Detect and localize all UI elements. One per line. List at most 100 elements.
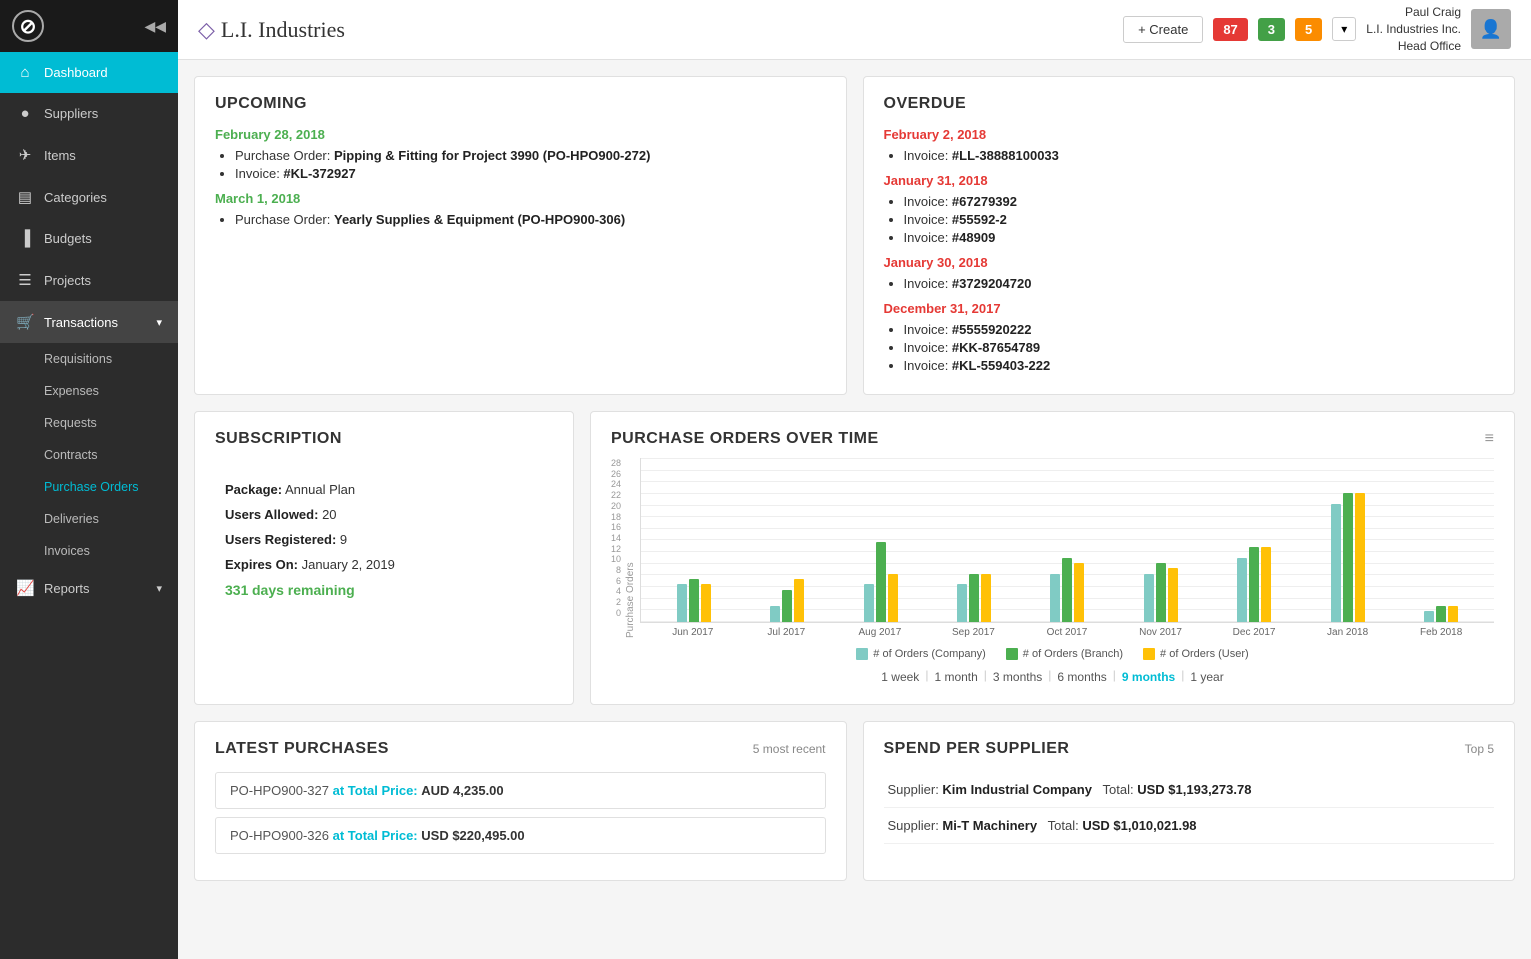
- topbar: ◇ L.I. Industries + Create 87 3 5 ▾ Paul…: [178, 0, 1531, 60]
- sidebar-item-transactions[interactable]: 🛒 Transactions ▾: [0, 301, 178, 343]
- purchase-row-1[interactable]: PO-HPO900-327 at Total Price: AUD 4,235.…: [215, 772, 826, 809]
- x-axis-labels: Jun 2017Jul 2017Aug 2017Sep 2017Oct 2017…: [640, 623, 1494, 638]
- chart-bar: [1168, 568, 1178, 622]
- sidebar-collapse-button[interactable]: ◀◀: [144, 18, 166, 35]
- time-btn-3months[interactable]: 3 months: [987, 668, 1048, 686]
- chart-bar: [794, 579, 804, 622]
- overdue-list-4: Invoice: #5555920222 Invoice: #KK-876547…: [884, 322, 1495, 373]
- sidebar-sub-item-requests[interactable]: Requests: [0, 407, 178, 439]
- create-button[interactable]: + Create: [1123, 16, 1203, 43]
- sidebar-item-categories[interactable]: ▤ Categories: [0, 176, 178, 218]
- chart-bars-container: Jun 2017Jul 2017Aug 2017Sep 2017Oct 2017…: [640, 458, 1494, 638]
- time-btn-9months[interactable]: 9 months: [1116, 668, 1181, 686]
- legend-dot-branch: [1006, 648, 1018, 660]
- time-btn-1month[interactable]: 1 month: [928, 668, 983, 686]
- y-axis-title: Purchase Orders: [625, 458, 636, 638]
- upcoming-list-2: Purchase Order: Yearly Supplies & Equipm…: [215, 212, 826, 227]
- suppliers-icon: ●: [16, 105, 34, 122]
- x-label: Jun 2017: [646, 627, 740, 638]
- overdue-date-2: January 31, 2018: [884, 173, 1495, 188]
- badge-87[interactable]: 87: [1213, 18, 1247, 41]
- chart-area: 2826242220181614121086420 Purchase Order…: [611, 458, 1494, 638]
- sidebar-logo-icon: ⊘: [12, 10, 44, 42]
- sidebar-item-budgets[interactable]: ▐ Budgets: [0, 218, 178, 259]
- spend-per-supplier-subtitle: Top 5: [1465, 742, 1494, 756]
- categories-icon: ▤: [16, 188, 34, 206]
- chevron-down-icon: ▾: [156, 316, 162, 329]
- topbar-actions: + Create 87 3 5 ▾ Paul Craig L.I. Indust…: [1123, 4, 1511, 54]
- chart-title: PURCHASE ORDERS OVER TIME: [611, 430, 879, 448]
- items-icon: ✈: [16, 146, 34, 164]
- chart-bar: [782, 590, 792, 622]
- latest-purchases-subtitle: 5 most recent: [753, 742, 826, 756]
- badge-5[interactable]: 5: [1295, 18, 1322, 41]
- po-number: PO-HPO900-326: [230, 828, 329, 843]
- sidebar-item-reports[interactable]: 📈 Reports ▾: [0, 567, 178, 609]
- chart-bar: [957, 584, 967, 622]
- sidebar-item-label: Items: [44, 148, 76, 163]
- chart-bar: [1436, 606, 1446, 622]
- legend-item-company: # of Orders (Company): [856, 648, 985, 660]
- x-label: Aug 2017: [833, 627, 927, 638]
- latest-purchases-card: LATEST PURCHASES 5 most recent PO-HPO900…: [194, 721, 847, 881]
- chart-bar: [1249, 547, 1259, 622]
- chart-bar: [1343, 493, 1353, 622]
- time-btn-1week[interactable]: 1 week: [875, 668, 925, 686]
- projects-icon: ☰: [16, 271, 34, 289]
- overdue-date-3: January 30, 2018: [884, 255, 1495, 270]
- sidebar-sub-item-requisitions[interactable]: Requisitions: [0, 343, 178, 375]
- upcoming-card: UPCOMING February 28, 2018 Purchase Orde…: [194, 76, 847, 395]
- chart-bar: [1448, 606, 1458, 622]
- sidebar-item-items[interactable]: ✈ Items: [0, 134, 178, 176]
- chart-bar: [1355, 493, 1365, 622]
- upcoming-date-2: March 1, 2018: [215, 191, 826, 206]
- sidebar-item-label: Suppliers: [44, 106, 98, 121]
- x-label: Jan 2018: [1301, 627, 1395, 638]
- user-company: L.I. Industries Inc.: [1366, 21, 1461, 38]
- time-btn-6months[interactable]: 6 months: [1051, 668, 1112, 686]
- chart-bar: [1144, 574, 1154, 622]
- x-label: Sep 2017: [927, 627, 1021, 638]
- user-location: Head Office: [1366, 38, 1461, 55]
- topbar-dropdown-button[interactable]: ▾: [1332, 17, 1356, 41]
- subscription-expires: Expires On: January 2, 2019: [225, 557, 543, 572]
- sidebar-sub-item-deliveries[interactable]: Deliveries: [0, 503, 178, 535]
- chart-bar: [1237, 558, 1247, 622]
- list-item: Purchase Order: Yearly Supplies & Equipm…: [235, 212, 826, 227]
- spend-row-1: Supplier: Kim Industrial Company Total: …: [884, 772, 1495, 808]
- list-item: Invoice: #48909: [904, 230, 1495, 245]
- month-group: [1301, 493, 1394, 622]
- sidebar-item-suppliers[interactable]: ● Suppliers: [0, 93, 178, 134]
- overdue-date-4: December 31, 2017: [884, 301, 1495, 316]
- x-label: Nov 2017: [1114, 627, 1208, 638]
- dashboard-icon: ⌂: [16, 64, 34, 81]
- avatar: 👤: [1471, 9, 1511, 49]
- sidebar-sub-item-contracts[interactable]: Contracts: [0, 439, 178, 471]
- chart-bar: [1050, 574, 1060, 622]
- time-btn-1year[interactable]: 1 year: [1184, 668, 1229, 686]
- sidebar-sub-item-purchase-orders[interactable]: Purchase Orders: [0, 471, 178, 503]
- chart-bar: [770, 606, 780, 622]
- sidebar-header: ⊘ ◀◀: [0, 0, 178, 52]
- sidebar-item-label: Budgets: [44, 231, 92, 246]
- spend-per-supplier-card: SPEND PER SUPPLIER Top 5 Supplier: Kim I…: [863, 721, 1516, 881]
- sidebar-item-dashboard[interactable]: ⌂ Dashboard: [0, 52, 178, 93]
- sidebar-sub-item-expenses[interactable]: Expenses: [0, 375, 178, 407]
- month-group: [1021, 558, 1114, 622]
- transactions-icon: 🛒: [16, 313, 34, 331]
- budgets-icon: ▐: [16, 230, 34, 247]
- po-number: PO-HPO900-327: [230, 783, 329, 798]
- legend-item-branch: # of Orders (Branch): [1006, 648, 1123, 660]
- chart-menu-icon[interactable]: ≡: [1485, 430, 1494, 448]
- badge-3[interactable]: 3: [1258, 18, 1285, 41]
- sidebar-sub-item-invoices[interactable]: Invoices: [0, 535, 178, 567]
- sidebar-item-projects[interactable]: ☰ Projects: [0, 259, 178, 301]
- chart-bar: [677, 584, 687, 622]
- list-item: Invoice: #KK-87654789: [904, 340, 1495, 355]
- list-item: Invoice: #55592-2: [904, 212, 1495, 227]
- reports-icon: 📈: [16, 579, 34, 597]
- sidebar-item-label: Categories: [44, 190, 107, 205]
- purchase-row-2[interactable]: PO-HPO900-326 at Total Price: USD $220,4…: [215, 817, 826, 854]
- logo-text: L.I. Industries: [221, 17, 345, 43]
- chart-bar: [888, 574, 898, 622]
